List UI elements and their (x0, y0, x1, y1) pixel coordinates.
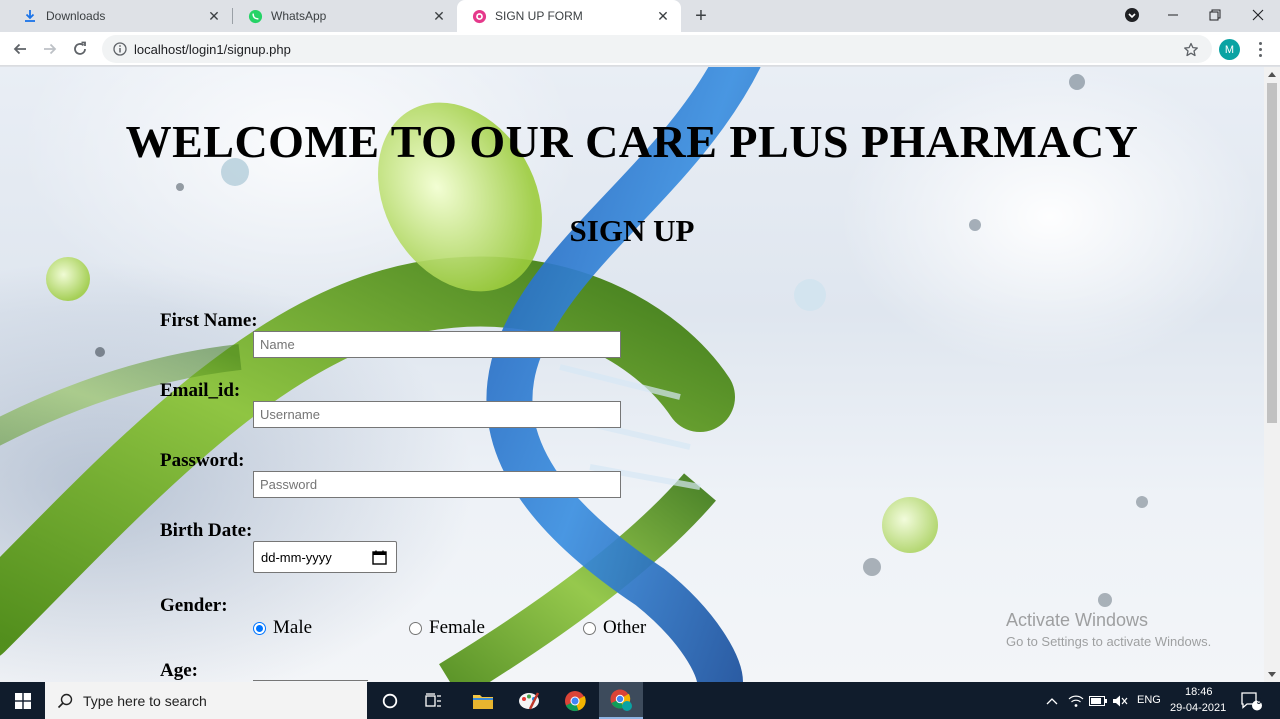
tab-strip: Downloads ✕ WhatsApp ✕ SIGN UP FORM ✕ + (0, 0, 1280, 32)
windows-taskbar: Type here to search ENG 18:46 29-04-2021… (0, 682, 1280, 719)
arrow-left-icon (13, 43, 26, 55)
minimize-icon (1168, 14, 1178, 16)
notification-center-button[interactable]: 9 (1236, 682, 1266, 719)
gender-option-label: Male (273, 617, 313, 638)
info-icon[interactable] (112, 41, 128, 57)
close-icon[interactable]: ✕ (431, 8, 447, 24)
palette-icon (519, 691, 540, 710)
cortana-circle-icon (382, 693, 398, 708)
radio-button[interactable] (409, 621, 422, 635)
language-indicator[interactable]: ENG (1137, 694, 1161, 706)
birth-date-label: Birth Date: (160, 520, 253, 541)
gender-option-male[interactable]: Male (253, 617, 312, 639)
radio-button[interactable] (583, 621, 596, 635)
restore-icon (1209, 9, 1221, 21)
new-tab-button[interactable]: + (690, 5, 712, 27)
gender-option-female[interactable]: Female (409, 617, 485, 639)
email-label: Email_id: (160, 380, 241, 401)
whatsapp-icon (247, 8, 263, 24)
tab-downloads[interactable]: Downloads ✕ (8, 0, 232, 32)
notification-count-badge: 9 (1256, 696, 1262, 706)
arrow-right-icon (44, 43, 57, 55)
gender-option-other[interactable]: Other (583, 617, 646, 639)
page-viewport: WELCOME TO OUR CARE PLUS PHARMACY SIGN U… (0, 67, 1264, 682)
reload-button[interactable] (68, 37, 92, 61)
first-name-label: First Name: (160, 310, 258, 331)
wifi-icon[interactable] (1066, 682, 1086, 719)
start-button[interactable] (0, 682, 45, 719)
activate-windows-watermark: Activate Windows Go to Settings to activ… (1006, 610, 1211, 649)
age-label: Age: (160, 660, 198, 681)
chrome-icon (565, 690, 586, 711)
taskbar-search-box[interactable]: Type here to search (45, 682, 367, 719)
site-favicon (471, 8, 487, 24)
gender-option-label: Female (429, 617, 485, 638)
task-view-icon (425, 692, 441, 707)
tab-signup-form[interactable]: SIGN UP FORM ✕ (457, 0, 681, 32)
email-input[interactable] (253, 401, 621, 428)
search-placeholder: Type here to search (83, 692, 207, 709)
first-name-input[interactable] (253, 331, 621, 358)
restore-button[interactable] (1193, 0, 1237, 30)
password-label: Password: (160, 450, 245, 471)
task-view-button[interactable] (414, 682, 454, 719)
chevron-down-icon (1125, 8, 1139, 22)
close-icon[interactable]: ✕ (655, 8, 671, 24)
download-icon (22, 8, 38, 24)
form-heading: SIGN UP (569, 213, 695, 248)
chrome-profile-button-active[interactable] (599, 682, 643, 719)
tab-title: SIGN UP FORM (495, 9, 583, 23)
chrome-button[interactable] (554, 682, 596, 719)
browser-toolbar: localhost/login1/signup.php M (0, 32, 1280, 66)
close-icon (1252, 9, 1264, 21)
clock-date[interactable]: 29-04-2021 (1170, 702, 1226, 714)
scroll-down-arrow-icon[interactable] (1264, 668, 1280, 682)
page-scrollbar[interactable] (1264, 67, 1280, 682)
clock-time[interactable]: 18:46 (1185, 686, 1213, 698)
reload-icon (74, 41, 86, 55)
close-window-button[interactable] (1236, 0, 1280, 30)
tab-title: WhatsApp (271, 9, 327, 23)
battery-icon[interactable] (1088, 682, 1108, 719)
page-title: WELCOME TO OUR CARE PLUS PHARMACY (125, 116, 1139, 167)
url-text: localhost/login1/signup.php (134, 41, 291, 57)
file-explorer-button[interactable] (462, 682, 504, 719)
tab-search-button[interactable] (1110, 0, 1154, 30)
address-bar[interactable]: localhost/login1/signup.php (102, 35, 1212, 63)
cortana-button[interactable] (370, 682, 410, 719)
birth-date-input[interactable]: dd-mm-yyyy (253, 541, 397, 573)
paint-app-button[interactable] (508, 682, 550, 719)
search-icon (57, 693, 73, 708)
chrome-profile-icon (610, 689, 632, 711)
gender-label: Gender: (160, 595, 228, 616)
minimize-button[interactable] (1151, 0, 1195, 30)
bookmark-star-icon[interactable] (1182, 41, 1200, 59)
watermark-subtitle: Go to Settings to activate Windows. (1006, 634, 1212, 649)
tab-whatsapp[interactable]: WhatsApp ✕ (233, 0, 457, 32)
menu-kebab-icon[interactable] (1252, 40, 1268, 58)
close-icon[interactable]: ✕ (206, 8, 222, 24)
windows-logo-icon (14, 692, 31, 709)
profile-avatar[interactable]: M (1219, 39, 1240, 60)
calendar-icon[interactable] (372, 550, 387, 565)
back-button[interactable] (8, 37, 32, 61)
date-placeholder-text: dd-mm-yyyy (261, 549, 332, 565)
radio-button-checked[interactable] (253, 621, 266, 635)
volume-muted-icon[interactable] (1110, 682, 1130, 719)
folder-icon (473, 694, 493, 709)
gender-option-label: Other (603, 617, 647, 638)
scroll-up-arrow-icon[interactable] (1264, 67, 1280, 81)
password-input[interactable] (253, 471, 621, 498)
tab-title: Downloads (46, 9, 106, 23)
show-hidden-icons-chevron-up-icon[interactable] (1042, 682, 1062, 719)
watermark-title: Activate Windows (1006, 610, 1149, 630)
scrollbar-thumb[interactable] (1267, 83, 1277, 423)
forward-button[interactable] (38, 37, 62, 61)
